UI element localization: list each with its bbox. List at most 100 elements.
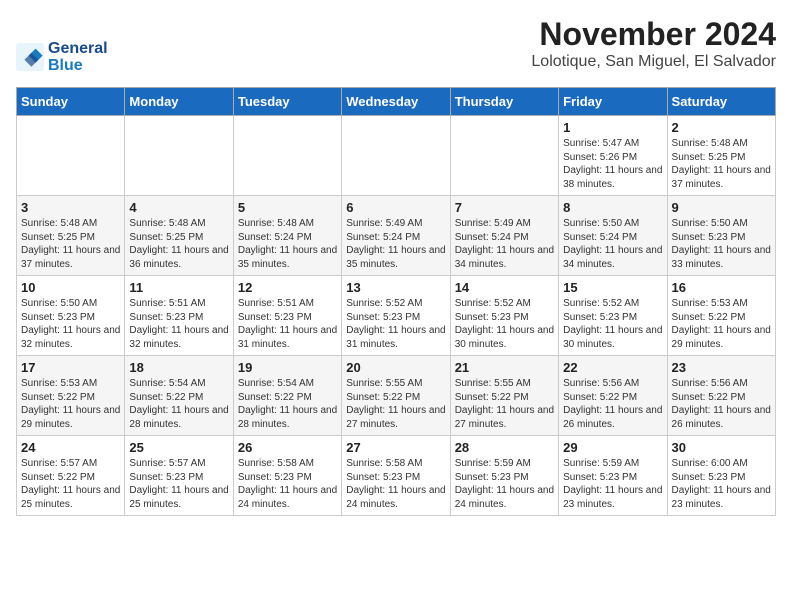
header-monday: Monday [125,88,233,116]
day-number: 28 [455,440,554,455]
calendar-cell: 8 Sunrise: 5:50 AM Sunset: 5:24 PM Daylig… [559,196,667,276]
day-info: Sunrise: 5:56 AM Sunset: 5:22 PM Dayligh… [672,377,771,431]
week-row-3: 17 Sunrise: 5:53 AM Sunset: 5:22 PM Dayli… [17,356,776,436]
day-number: 1 [563,120,662,135]
week-row-4: 24Sunrise: 5:57 AM Sunset: 5:22 PM Dayli… [17,436,776,516]
day-number: 3 [21,200,120,215]
day-number: 18 [129,360,228,375]
calendar-cell: 10 Sunrise: 5:50 AM Sunset: 5:23 PM Dayli… [17,276,125,356]
day-info: Sunrise: 5:50 AM Sunset: 5:24 PM Dayligh… [563,217,662,271]
calendar-cell [450,116,558,196]
calendar-cell: 18 Sunrise: 5:54 AM Sunset: 5:22 PM Dayli… [125,356,233,436]
calendar-cell: 25Sunrise: 5:57 AM Sunset: 5:23 PM Dayli… [125,436,233,516]
day-number: 17 [21,360,120,375]
day-info: Sunrise: 5:58 AM Sunset: 5:23 PM Dayligh… [346,457,445,511]
day-number: 22 [563,360,662,375]
day-info: Sunrise: 5:51 AM Sunset: 5:23 PM Dayligh… [129,297,228,351]
header-sunday: Sunday [17,88,125,116]
calendar-header-row: SundayMondayTuesdayWednesdayThursdayFrid… [17,88,776,116]
day-info: Sunrise: 5:55 AM Sunset: 5:22 PM Dayligh… [455,377,554,431]
day-info: Sunrise: 5:47 AM Sunset: 5:26 PM Dayligh… [563,137,662,191]
day-info: Sunrise: 5:50 AM Sunset: 5:23 PM Dayligh… [21,297,120,351]
day-info: Sunrise: 5:48 AM Sunset: 5:25 PM Dayligh… [129,217,228,271]
day-number: 19 [238,360,337,375]
calendar-cell: 29 Sunrise: 5:59 AM Sunset: 5:23 PM Dayli… [559,436,667,516]
day-number: 21 [455,360,554,375]
calendar-cell: 6Sunrise: 5:49 AM Sunset: 5:24 PM Daylig… [342,196,450,276]
day-number: 12 [238,280,337,295]
calendar-cell: 15 Sunrise: 5:52 AM Sunset: 5:23 PM Dayli… [559,276,667,356]
day-number: 4 [129,200,228,215]
calendar-cell [342,116,450,196]
calendar-cell [233,116,341,196]
day-number: 15 [563,280,662,295]
calendar-cell: 24Sunrise: 5:57 AM Sunset: 5:22 PM Dayli… [17,436,125,516]
calendar-body: 1 Sunrise: 5:47 AM Sunset: 5:26 PM Daylig… [17,116,776,516]
week-row-2: 10 Sunrise: 5:50 AM Sunset: 5:23 PM Dayli… [17,276,776,356]
day-number: 2 [672,120,771,135]
day-number: 5 [238,200,337,215]
day-info: Sunrise: 5:53 AM Sunset: 5:22 PM Dayligh… [672,297,771,351]
day-number: 26 [238,440,337,455]
day-number: 30 [672,440,771,455]
general-blue-icon [16,43,44,71]
location-title: Lolotique, San Miguel, El Salvador [531,53,776,71]
calendar-cell: 21 Sunrise: 5:55 AM Sunset: 5:22 PM Dayli… [450,356,558,436]
header-wednesday: Wednesday [342,88,450,116]
day-info: Sunrise: 5:48 AM Sunset: 5:25 PM Dayligh… [21,217,120,271]
day-number: 24 [21,440,120,455]
calendar-cell: 19 Sunrise: 5:54 AM Sunset: 5:22 PM Dayli… [233,356,341,436]
header-thursday: Thursday [450,88,558,116]
day-number: 13 [346,280,445,295]
calendar-cell: 3 Sunrise: 5:48 AM Sunset: 5:25 PM Daylig… [17,196,125,276]
week-row-0: 1 Sunrise: 5:47 AM Sunset: 5:26 PM Daylig… [17,116,776,196]
day-info: Sunrise: 5:58 AM Sunset: 5:23 PM Dayligh… [238,457,337,511]
calendar-cell: 23 Sunrise: 5:56 AM Sunset: 5:22 PM Dayli… [667,356,775,436]
day-number: 29 [563,440,662,455]
day-info: Sunrise: 5:54 AM Sunset: 5:22 PM Dayligh… [129,377,228,431]
header-saturday: Saturday [667,88,775,116]
calendar-cell: 1 Sunrise: 5:47 AM Sunset: 5:26 PM Daylig… [559,116,667,196]
calendar-cell: 20Sunrise: 5:55 AM Sunset: 5:22 PM Dayli… [342,356,450,436]
day-info: Sunrise: 5:55 AM Sunset: 5:22 PM Dayligh… [346,377,445,431]
day-number: 9 [672,200,771,215]
calendar-cell: 17 Sunrise: 5:53 AM Sunset: 5:22 PM Dayli… [17,356,125,436]
day-info: Sunrise: 5:48 AM Sunset: 5:25 PM Dayligh… [672,137,771,191]
calendar-cell: 30 Sunrise: 6:00 AM Sunset: 5:23 PM Dayli… [667,436,775,516]
day-info: Sunrise: 5:49 AM Sunset: 5:24 PM Dayligh… [346,217,445,271]
day-info: Sunrise: 5:54 AM Sunset: 5:22 PM Dayligh… [238,377,337,431]
day-number: 10 [21,280,120,295]
calendar-cell: 13Sunrise: 5:52 AM Sunset: 5:23 PM Dayli… [342,276,450,356]
calendar-cell: 4 Sunrise: 5:48 AM Sunset: 5:25 PM Daylig… [125,196,233,276]
day-info: Sunrise: 5:52 AM Sunset: 5:23 PM Dayligh… [563,297,662,351]
day-number: 23 [672,360,771,375]
calendar-cell [125,116,233,196]
day-info: Sunrise: 5:50 AM Sunset: 5:23 PM Dayligh… [672,217,771,271]
month-title: November 2024 [531,16,776,53]
calendar-cell: 12 Sunrise: 5:51 AM Sunset: 5:23 PM Dayli… [233,276,341,356]
day-info: Sunrise: 5:49 AM Sunset: 5:24 PM Dayligh… [455,217,554,271]
calendar-cell: 22 Sunrise: 5:56 AM Sunset: 5:22 PM Dayli… [559,356,667,436]
calendar-cell: 16Sunrise: 5:53 AM Sunset: 5:22 PM Dayli… [667,276,775,356]
day-info: Sunrise: 6:00 AM Sunset: 5:23 PM Dayligh… [672,457,771,511]
day-info: Sunrise: 5:51 AM Sunset: 5:23 PM Dayligh… [238,297,337,351]
calendar-cell: 27Sunrise: 5:58 AM Sunset: 5:23 PM Dayli… [342,436,450,516]
calendar-cell: 14 Sunrise: 5:52 AM Sunset: 5:23 PM Dayli… [450,276,558,356]
day-info: Sunrise: 5:53 AM Sunset: 5:22 PM Dayligh… [21,377,120,431]
calendar-cell: 7Sunrise: 5:49 AM Sunset: 5:24 PM Daylig… [450,196,558,276]
calendar-table: SundayMondayTuesdayWednesdayThursdayFrid… [16,87,776,516]
day-number: 25 [129,440,228,455]
logo: General Blue [16,40,108,75]
day-number: 8 [563,200,662,215]
week-row-1: 3 Sunrise: 5:48 AM Sunset: 5:25 PM Daylig… [17,196,776,276]
title-section: November 2024 Lolotique, San Miguel, El … [531,16,776,71]
day-info: Sunrise: 5:59 AM Sunset: 5:23 PM Dayligh… [563,457,662,511]
calendar-cell: 9 Sunrise: 5:50 AM Sunset: 5:23 PM Daylig… [667,196,775,276]
header-friday: Friday [559,88,667,116]
day-number: 14 [455,280,554,295]
calendar-cell: 28Sunrise: 5:59 AM Sunset: 5:23 PM Dayli… [450,436,558,516]
day-info: Sunrise: 5:52 AM Sunset: 5:23 PM Dayligh… [455,297,554,351]
day-number: 11 [129,280,228,295]
day-info: Sunrise: 5:48 AM Sunset: 5:24 PM Dayligh… [238,217,337,271]
day-info: Sunrise: 5:56 AM Sunset: 5:22 PM Dayligh… [563,377,662,431]
